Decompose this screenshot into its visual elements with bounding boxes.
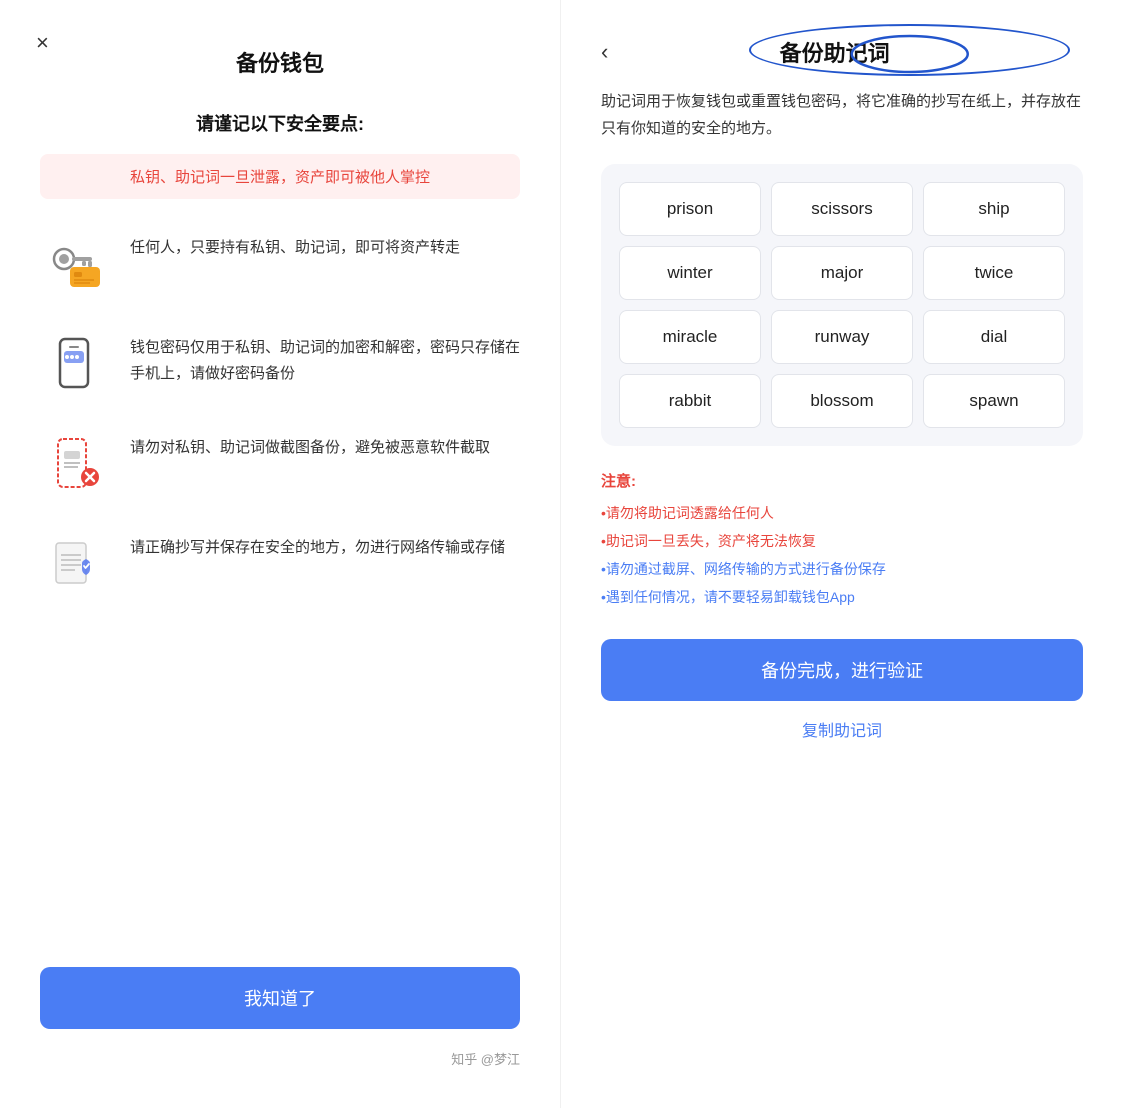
document-icon	[40, 527, 112, 599]
note-item-1: •请勿将助记词透露给任何人	[601, 499, 1083, 527]
left-panel: × 备份钱包 请谨记以下安全要点: 私钥、助记词一旦泄露，资产即可被他人掌控 任…	[0, 0, 561, 1108]
tip-text-doc: 请正确抄写并保存在安全的地方，勿进行网络传输或存储	[130, 527, 505, 561]
left-subtitle: 请谨记以下安全要点:	[40, 110, 520, 136]
tip-text-keycard: 任何人，只要持有私钥、助记词，即可将资产转走	[130, 227, 460, 261]
tip-item-doc: 请正确抄写并保存在安全的地方，勿进行网络传输或存储	[40, 527, 520, 599]
mnemonic-word-10: rabbit	[619, 374, 761, 428]
right-panel: ‹ 备份助记词 助记词用于恢复钱包或重置钱包密码，将它准确的抄写在纸上，并存放在…	[561, 0, 1123, 1108]
note-item-3: •请勿通过截屏、网络传输的方式进行备份保存	[601, 555, 1083, 583]
close-button[interactable]: ×	[36, 30, 49, 56]
mnemonic-word-8: runway	[771, 310, 913, 364]
back-button[interactable]: ‹	[601, 39, 608, 65]
mnemonic-word-12: spawn	[923, 374, 1065, 428]
mnemonic-grid: prisonscissorsship wintermajortwice miracl…	[601, 164, 1083, 446]
right-title: 备份助记词	[780, 41, 890, 66]
tip-item-phone: 钱包密码仅用于私钥、助记词的加密和解密，密码只存储在手机上，请做好密码备份	[40, 327, 520, 399]
right-header: ‹ 备份助记词	[601, 36, 1083, 68]
mnemonic-word-1: prison	[619, 182, 761, 236]
notes-section: 注意: •请勿将助记词透露给任何人•助记词一旦丢失，资产将无法恢复•请勿通过截屏…	[601, 470, 1083, 611]
notes-title: 注意:	[601, 470, 1083, 491]
confirm-button[interactable]: 我知道了	[40, 967, 520, 1029]
copy-mnemonic-link[interactable]: 复制助记词	[601, 717, 1083, 741]
tip-text-screenshot: 请勿对私钥、助记词做截图备份，避免被恶意软件截取	[130, 427, 490, 461]
left-watermark: 知乎 @梦江	[40, 1049, 520, 1068]
mnemonic-word-11: blossom	[771, 374, 913, 428]
mnemonic-word-4: winter	[619, 246, 761, 300]
mnemonic-word-7: miracle	[619, 310, 761, 364]
tip-text-phone: 钱包密码仅用于私钥、助记词的加密和解密，密码只存储在手机上，请做好密码备份	[130, 327, 520, 386]
phone-password-icon	[40, 327, 112, 399]
verify-button[interactable]: 备份完成，进行验证	[601, 639, 1083, 701]
warning-box: 私钥、助记词一旦泄露，资产即可被他人掌控	[40, 154, 520, 199]
tip-item-screenshot: 请勿对私钥、助记词做截图备份，避免被恶意软件截取	[40, 427, 520, 499]
keycard-icon	[40, 227, 112, 299]
left-title: 备份钱包	[40, 46, 520, 78]
screenshot-icon	[40, 427, 112, 499]
note-item-2: •助记词一旦丢失，资产将无法恢复	[601, 527, 1083, 555]
mnemonic-word-5: major	[771, 246, 913, 300]
right-title-wrap: 备份助记词	[620, 36, 1049, 68]
note-item-4: •遇到任何情况，请不要轻易卸载钱包App	[601, 583, 1083, 611]
mnemonic-word-3: ship	[923, 182, 1065, 236]
mnemonic-word-2: scissors	[771, 182, 913, 236]
right-description: 助记词用于恢复钱包或重置钱包密码，将它准确的抄写在纸上，并存放在只有你知道的安全…	[601, 88, 1083, 142]
mnemonic-word-6: twice	[923, 246, 1065, 300]
mnemonic-word-9: dial	[923, 310, 1065, 364]
tip-item-keycard: 任何人，只要持有私钥、助记词，即可将资产转走	[40, 227, 520, 299]
